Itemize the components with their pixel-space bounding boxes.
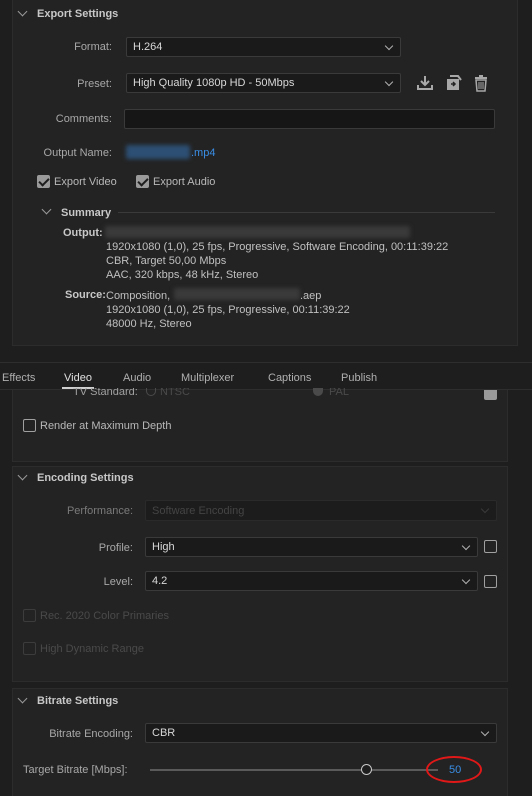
export-video-label: Export Video xyxy=(54,176,117,188)
bitrate-encoding-value: CBR xyxy=(152,727,176,739)
output-path-redacted xyxy=(105,226,410,238)
profile-value: High xyxy=(152,541,175,553)
tab-publish[interactable]: Publish xyxy=(341,372,377,384)
performance-value: Software Encoding xyxy=(152,504,245,517)
level-label: Level: xyxy=(103,576,133,588)
format-label: Format: xyxy=(74,41,112,53)
tab-multiplexer[interactable]: Multiplexer xyxy=(181,372,234,384)
preset-dropdown[interactable]: High Quality 1080p HD - 50Mbps xyxy=(126,73,401,93)
chevron-down-icon xyxy=(461,541,471,551)
match-source-checkbox[interactable] xyxy=(484,390,497,400)
level-value: 4.2 xyxy=(152,575,168,587)
save-preset-icon[interactable] xyxy=(416,74,434,92)
profile-match-checkbox[interactable] xyxy=(484,540,497,553)
chevron-down-icon xyxy=(480,727,490,737)
tv-standard-label: TV Standard: xyxy=(73,388,138,396)
export-audio-label: Export Audio xyxy=(153,176,216,188)
import-preset-icon[interactable] xyxy=(444,74,462,92)
performance-dropdown: Software Encoding xyxy=(145,500,497,521)
target-bitrate-slider-track[interactable] xyxy=(150,769,438,771)
format-dropdown[interactable]: H.264 xyxy=(126,37,401,57)
profile-label: Profile: xyxy=(98,542,133,554)
tab-audio[interactable]: Audio xyxy=(123,372,151,384)
rec2020-label: Rec. 2020 Color Primaries xyxy=(40,610,169,622)
target-bitrate-slider-thumb[interactable] xyxy=(360,764,372,775)
hdr-checkbox xyxy=(23,642,36,655)
output-name-link[interactable]: .mp4 xyxy=(191,147,215,159)
bitrate-encoding-dropdown[interactable]: CBR xyxy=(145,723,497,743)
export-settings-title: Export Settings xyxy=(37,8,119,20)
highlight-ellipse xyxy=(426,756,482,783)
summary-source-line: 48000 Hz, Stereo xyxy=(106,318,192,330)
summary-output-line: 1920x1080 (1,0), 25 fps, Progressive, So… xyxy=(106,241,449,253)
tab-captions[interactable]: Captions xyxy=(268,372,311,384)
render-max-depth-label: Render at Maximum Depth xyxy=(40,420,172,432)
comments-label: Comments: xyxy=(55,113,112,125)
tab-effects[interactable]: Effects xyxy=(2,372,35,384)
source-name-redacted xyxy=(174,288,300,300)
render-max-depth-checkbox[interactable] xyxy=(23,419,36,432)
summary-source-suffix: .aep xyxy=(300,290,322,302)
pal-label: PAL xyxy=(329,388,349,396)
summary-source-prefix: Composition, xyxy=(106,290,171,302)
output-name-label: Output Name: xyxy=(43,147,112,159)
rec2020-checkbox xyxy=(23,609,36,622)
bitrate-settings-title: Bitrate Settings xyxy=(37,695,119,707)
summary-output-line: CBR, Target 50,00 Mbps xyxy=(106,255,227,267)
format-value: H.264 xyxy=(133,41,163,53)
summary-source-line: 1920x1080 (1,0), 25 fps, Progressive, 00… xyxy=(106,304,350,316)
preset-label: Preset: xyxy=(77,78,112,90)
target-bitrate-label: Target Bitrate [Mbps]: xyxy=(23,764,128,776)
preset-value: High Quality 1080p HD - 50Mbps xyxy=(133,77,295,89)
chevron-down-icon xyxy=(480,504,490,514)
comments-input[interactable] xyxy=(124,109,495,129)
bitrate-encoding-label: Bitrate Encoding: xyxy=(49,728,133,740)
output-name-redacted xyxy=(126,145,190,159)
chevron-down-icon xyxy=(384,77,394,87)
summary-source-label: Source: xyxy=(65,289,106,301)
encoding-settings-title: Encoding Settings xyxy=(37,472,134,484)
summary-title: Summary xyxy=(61,207,112,219)
performance-label: Performance: xyxy=(66,505,133,517)
level-dropdown[interactable]: 4.2 xyxy=(145,571,478,591)
profile-dropdown[interactable]: High xyxy=(145,537,478,557)
export-audio-checkbox[interactable] xyxy=(136,175,149,188)
summary-divider xyxy=(118,212,495,213)
chevron-down-icon xyxy=(384,41,394,51)
chevron-down-icon xyxy=(461,575,471,585)
tab-video[interactable]: Video xyxy=(64,372,92,384)
summary-output-label: Output: xyxy=(63,227,103,239)
summary-output-line: AAC, 320 kbps, 48 kHz, Stereo xyxy=(106,269,259,281)
delete-preset-icon[interactable] xyxy=(472,74,490,92)
ntsc-label: NTSC xyxy=(160,388,190,396)
export-video-checkbox[interactable] xyxy=(37,175,50,188)
level-match-checkbox[interactable] xyxy=(484,575,497,588)
hdr-label: High Dynamic Range xyxy=(40,643,144,655)
